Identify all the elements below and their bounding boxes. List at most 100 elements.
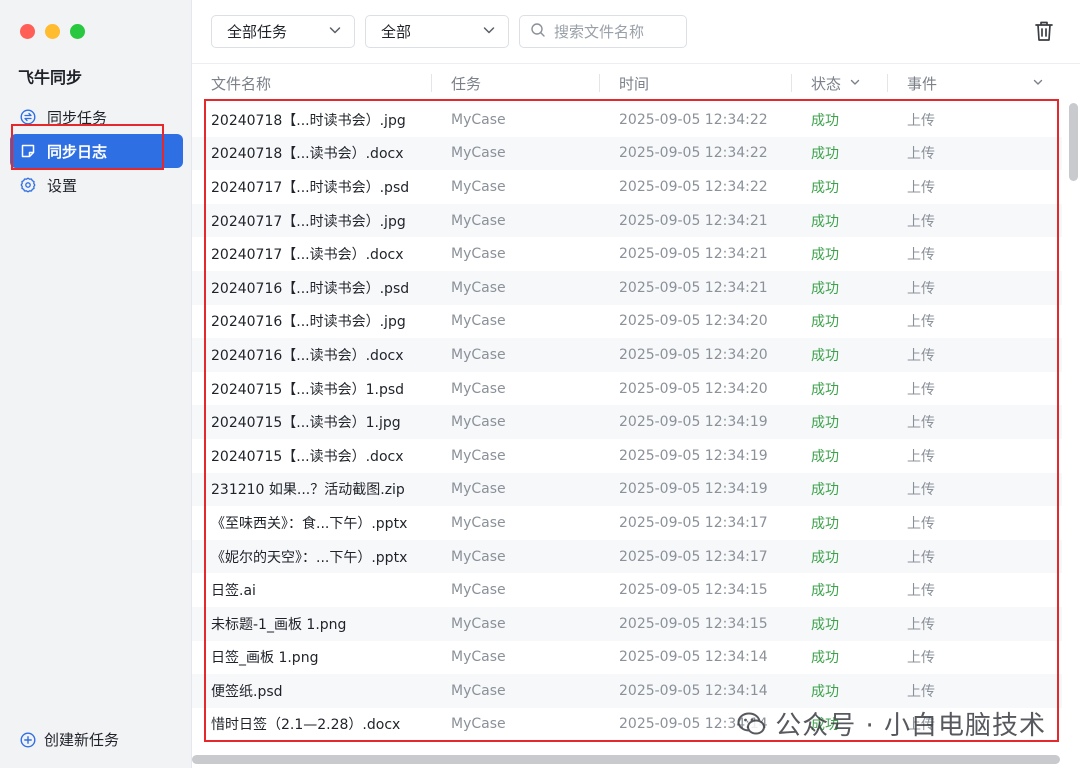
cell-task: MyCase bbox=[451, 178, 506, 195]
table-row[interactable]: 日签.ai MyCase 2025-09-05 12:34:15 成功 上传 bbox=[192, 573, 1062, 607]
table-row[interactable]: 20240716【...时读书会）.psd MyCase 2025-09-05 12… bbox=[192, 270, 1062, 305]
task-filter-dropdown[interactable]: 全部任务 bbox=[211, 15, 355, 48]
column-header-label: 事件 bbox=[907, 74, 938, 93]
column-header-label: 时间 bbox=[619, 74, 650, 93]
cell-task: MyCase bbox=[451, 212, 506, 229]
sidebar-item-label: 同步任务 bbox=[47, 108, 108, 127]
trash-icon[interactable] bbox=[1034, 20, 1054, 42]
status-filter-dropdown[interactable]: 全部 bbox=[365, 15, 509, 48]
chevron-down-icon[interactable] bbox=[1032, 74, 1044, 92]
cell-task: MyCase bbox=[451, 615, 506, 632]
cell-task: MyCase bbox=[451, 682, 506, 699]
column-header-label: 文件名称 bbox=[211, 74, 272, 93]
table-row[interactable]: 20240715【...读书会）1.psd MyCase 2025-09-05 12… bbox=[192, 372, 1062, 406]
column-header-task[interactable]: 任务 bbox=[432, 66, 600, 100]
cell-event: 上传 bbox=[907, 247, 935, 264]
table-row[interactable]: 20240715【...读书会）1.jpg MyCase 2025-09-05 12… bbox=[192, 405, 1062, 439]
cell-status: 成功 bbox=[811, 280, 839, 297]
cell-filename: 20240716【...时读书会）.jpg bbox=[211, 314, 406, 331]
table-row[interactable]: 20240718【...时读书会）.jpg MyCase 2025-09-05 12… bbox=[192, 103, 1062, 137]
table-row[interactable]: 20240717【...时读书会）.jpg MyCase 2025-09-05 12… bbox=[192, 203, 1062, 238]
zoom-window-button[interactable] bbox=[70, 24, 85, 39]
cell-task: MyCase bbox=[451, 716, 506, 733]
cell-event: 上传 bbox=[907, 482, 935, 499]
cell-time: 2025-09-05 12:34:19 bbox=[619, 414, 768, 431]
cell-event: 上传 bbox=[907, 179, 935, 196]
task-filter-value: 全部任务 bbox=[227, 23, 288, 41]
cell-event: 上传 bbox=[907, 415, 935, 432]
table-row[interactable]: 20240716【...读书会）.docx MyCase 2025-09-05 12… bbox=[192, 338, 1062, 372]
table-row[interactable]: 《妮尔的天空》：...下午）.pptx MyCase 2025-09-05 12:3… bbox=[192, 539, 1062, 574]
column-header-filename[interactable]: 文件名称 bbox=[192, 66, 432, 100]
sidebar-item-label: 设置 bbox=[47, 176, 78, 195]
column-header-time[interactable]: 时间 bbox=[600, 66, 792, 100]
close-window-button[interactable] bbox=[20, 24, 35, 39]
cell-status: 成功 bbox=[811, 146, 839, 163]
cell-filename: 20240718【...读书会）.docx bbox=[211, 146, 404, 163]
cell-time: 2025-09-05 12:34:22 bbox=[619, 145, 768, 162]
search-input[interactable] bbox=[554, 22, 684, 41]
cell-status: 成功 bbox=[811, 650, 839, 667]
sidebar-item-settings[interactable]: 设置 bbox=[10, 168, 183, 202]
table-row[interactable]: 20240718【...读书会）.docx MyCase 2025-09-05 12… bbox=[192, 136, 1062, 171]
column-header-status[interactable]: 状态 bbox=[792, 66, 888, 100]
cell-event: 上传 bbox=[907, 112, 935, 129]
cell-filename: 231210 如果...？活动截图.zip bbox=[211, 482, 405, 499]
horizontal-scrollbar[interactable] bbox=[192, 755, 1060, 764]
cell-time: 2025-09-05 12:34:17 bbox=[619, 514, 768, 531]
cell-status: 成功 bbox=[811, 179, 839, 196]
cell-time: 2025-09-05 12:34:15 bbox=[619, 615, 768, 632]
cell-status: 成功 bbox=[811, 247, 839, 264]
table-row[interactable]: 日签_画板 1.png MyCase 2025-09-05 12:34:14 成功 上传 bbox=[192, 641, 1062, 675]
table-row[interactable]: 231210 如果...？活动截图.zip MyCase 2025-09-05 12… bbox=[192, 472, 1062, 507]
cell-status: 成功 bbox=[811, 347, 839, 364]
table-row[interactable]: 20240715【...读书会）.docx MyCase 2025-09-05 12… bbox=[192, 439, 1062, 473]
sidebar-item-sync-log[interactable]: 同步日志 bbox=[10, 134, 183, 168]
cell-task: MyCase bbox=[451, 346, 506, 363]
table-row[interactable]: 20240716【...时读书会）.jpg MyCase 2025-09-05 12… bbox=[192, 305, 1062, 339]
cell-task: MyCase bbox=[451, 414, 506, 431]
app-window: 飞牛同步 同步任务 同步日志 设置 创建新任务 全部任务 全部 搜索文件名称 文… bbox=[0, 0, 1080, 768]
cell-filename: 20240715【...读书会）1.psd bbox=[211, 381, 405, 398]
table-header: 文件名称 任务 时间 状态 事件 bbox=[192, 66, 1062, 100]
cell-time: 2025-09-05 12:34:15 bbox=[619, 582, 768, 599]
table-row[interactable]: 便签纸.psd MyCase 2025-09-05 12:34:14 成功 上传 bbox=[192, 674, 1062, 708]
table-row[interactable]: 20240717【...时读书会）.psd MyCase 2025-09-05 12… bbox=[192, 170, 1062, 204]
create-task-button[interactable]: 创建新任务 bbox=[20, 729, 119, 750]
cell-time: 2025-09-05 12:34:14 bbox=[619, 682, 768, 699]
table-body: 20240718【...时读书会）.jpg MyCase 2025-09-05 12… bbox=[192, 103, 1062, 753]
cell-task: MyCase bbox=[451, 447, 506, 464]
cell-event: 上传 bbox=[907, 717, 935, 734]
cell-filename: 20240717【...时读书会）.psd bbox=[211, 179, 410, 196]
toolbar: 全部任务 全部 bbox=[192, 0, 1080, 64]
cell-time: 2025-09-05 12:34:19 bbox=[619, 447, 768, 464]
chevron-down-icon[interactable] bbox=[849, 74, 861, 92]
cell-task: MyCase bbox=[451, 313, 506, 330]
cell-time: 2025-09-05 12:34:20 bbox=[619, 380, 768, 397]
create-task-label: 创建新任务 bbox=[44, 731, 120, 749]
main-panel: 全部任务 全部 文件名称 任务 bbox=[192, 0, 1080, 768]
table-row[interactable]: 《至味西关》：食...下午）.pptx MyCase 2025-09-05 12:3… bbox=[192, 506, 1062, 540]
cell-task: MyCase bbox=[451, 514, 506, 531]
minimize-window-button[interactable] bbox=[45, 24, 60, 39]
cell-task: MyCase bbox=[451, 380, 506, 397]
cell-status: 成功 bbox=[811, 381, 839, 398]
column-header-label: 任务 bbox=[451, 74, 482, 93]
cell-task: MyCase bbox=[451, 145, 506, 162]
cell-filename: 日签_画板 1.png bbox=[211, 650, 319, 667]
cell-filename: 20240715【...读书会）.docx bbox=[211, 448, 404, 465]
cell-status: 成功 bbox=[811, 112, 839, 129]
table-row[interactable]: 20240717【...读书会）.docx MyCase 2025-09-05 12… bbox=[192, 237, 1062, 271]
cell-status: 成功 bbox=[811, 683, 839, 700]
cell-event: 上传 bbox=[907, 683, 935, 700]
table-row[interactable]: 惜时日签（2.1—2.28）.docx MyCase 2025-09-05 12:3… bbox=[192, 708, 1062, 742]
search-box[interactable] bbox=[519, 15, 687, 48]
gear-icon bbox=[20, 177, 36, 193]
sidebar-item-sync-tasks[interactable]: 同步任务 bbox=[10, 100, 183, 134]
column-header-event[interactable]: 事件 bbox=[888, 66, 1062, 100]
sidebar-nav: 同步任务 同步日志 设置 bbox=[10, 100, 183, 202]
cell-task: MyCase bbox=[451, 481, 506, 498]
table-row[interactable]: 未标题-1_画板 1.png MyCase 2025-09-05 12:34:15 成… bbox=[192, 606, 1062, 641]
vertical-scrollbar[interactable] bbox=[1069, 103, 1078, 181]
plus-circle-icon bbox=[20, 731, 36, 748]
